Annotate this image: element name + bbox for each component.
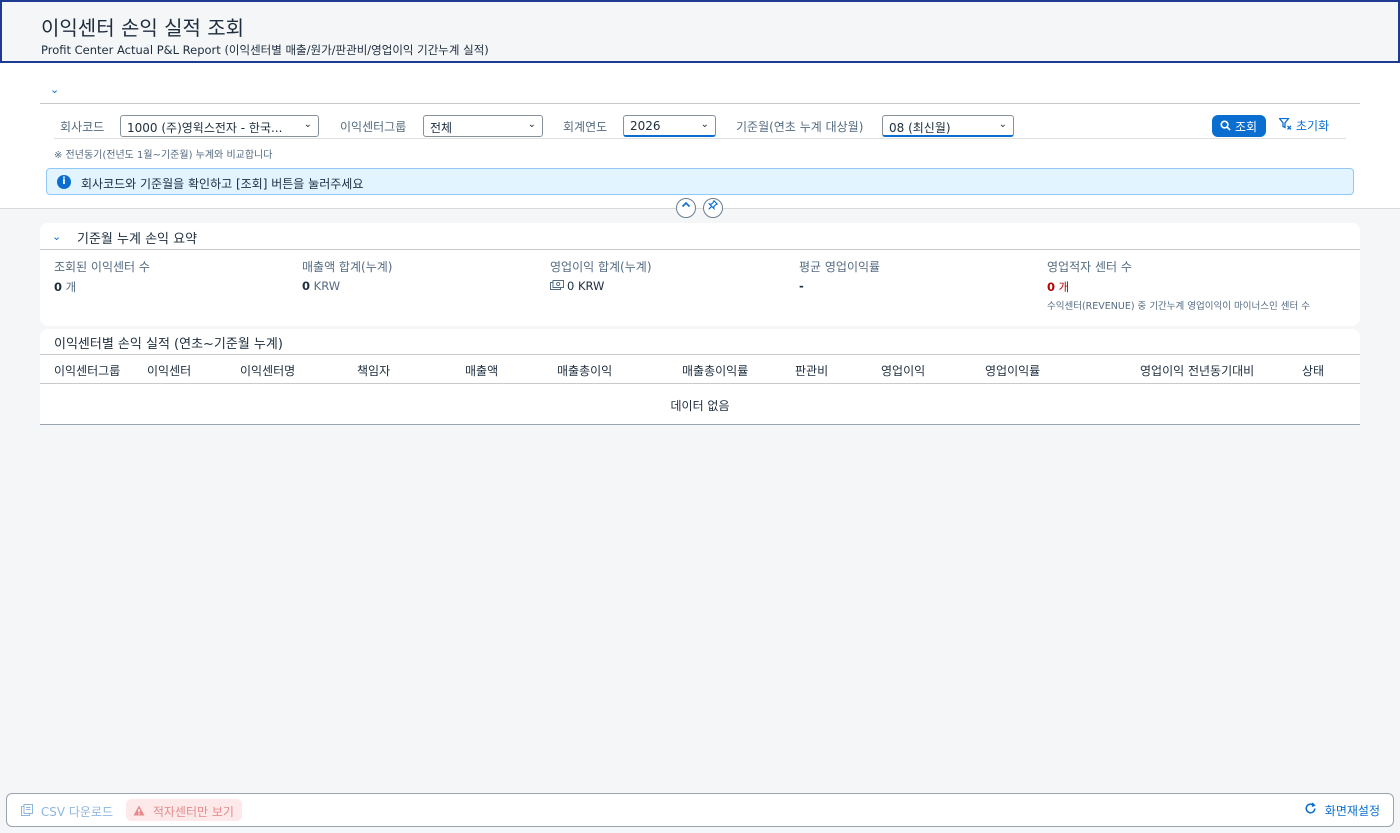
search-icon: [1220, 120, 1231, 134]
loss-centers-only-label: 적자센터만 보기: [152, 805, 234, 819]
export-file-icon: [21, 804, 37, 819]
kpi-value: 0 개: [1047, 280, 1070, 294]
column-header[interactable]: 영업이익 전년동기대비: [1140, 362, 1254, 379]
chevron-down-icon: ⌄: [998, 119, 1007, 130]
profit-center-group-label: 이익센터그룹: [340, 120, 407, 134]
column-header[interactable]: 매출액: [465, 362, 498, 379]
chevron-down-icon: ⌄: [527, 119, 536, 130]
search-button[interactable]: 조회: [1212, 115, 1266, 137]
base-month-value: 08 (최신월): [889, 121, 951, 135]
base-month-label: 기준월(연초 누계 대상월): [736, 120, 864, 134]
reset-filters-label: 초기화: [1296, 119, 1330, 133]
pin-icon: [707, 199, 719, 213]
kpi-value: -: [799, 279, 804, 293]
filter-bar-collapse-chevron-icon[interactable]: ⌄: [50, 83, 64, 97]
table-title: 이익센터별 손익 실적 (연초~기준월 누계): [54, 337, 283, 352]
chevron-down-icon: ⌄: [700, 119, 709, 130]
footer-toolbar: CSV 다운로드 적자센터만 보기 화면재설정: [6, 793, 1394, 827]
csv-download-button[interactable]: CSV 다운로드: [21, 803, 113, 820]
kpi-label: 조회된 이익센터 수: [54, 260, 150, 274]
collapse-header-button[interactable]: [676, 198, 696, 218]
search-button-label: 조회: [1235, 120, 1258, 134]
company-code-value: 1000 (주)영윅스전자 - 한국...: [127, 121, 283, 135]
pl-table: 이익센터별 손익 실적 (연초~기준월 누계) 이익센터그룹 이익센터 이익센터…: [40, 329, 1360, 425]
kpi-profit-center-count: 조회된 이익센터 수 0 개: [54, 258, 150, 295]
chevron-up-icon: [681, 201, 691, 213]
reset-screen-label: 화면재설정: [1324, 804, 1380, 818]
kpi-value: 0 개: [54, 280, 77, 294]
column-header[interactable]: 영업이익률: [985, 362, 1040, 379]
base-month-select[interactable]: 08 (최신월) ⌄: [882, 115, 1014, 137]
column-header[interactable]: 판관비: [795, 362, 828, 379]
reset-screen-button[interactable]: 화면재설정: [1304, 802, 1380, 819]
divider: [40, 249, 1360, 250]
page-title: 이익센터 손익 실적 조회: [41, 16, 245, 40]
divider: [40, 103, 1360, 104]
filter-bar: ⌄ 회사코드 1000 (주)영윅스전자 - 한국... ⌄ 이익센터그룹 전체…: [0, 63, 1400, 209]
kpi-loss-center-count: 영업적자 센터 수 0 개 수익센터(REVENUE) 중 기간누계 영업이익이…: [1047, 258, 1310, 312]
summary-title: 기준월 누계 손익 요약: [77, 232, 198, 247]
loss-centers-only-button[interactable]: 적자센터만 보기: [126, 799, 242, 821]
summary-collapse-chevron-icon[interactable]: ⌄: [52, 230, 61, 243]
page-header: 이익센터 손익 실적 조회 Profit Center Actual P&L R…: [0, 0, 1400, 63]
kpi-average-operating-margin: 평균 영업이익률 -: [799, 258, 880, 293]
profit-center-group-value: 전체: [430, 121, 453, 135]
kpi-revenue-total: 매출액 합계(누계) 0 KRW: [302, 258, 392, 293]
company-code-select[interactable]: 1000 (주)영윅스전자 - 한국... ⌄: [120, 115, 319, 137]
column-header[interactable]: 이익센터명: [240, 362, 295, 379]
money-icon: [550, 280, 564, 293]
csv-download-label: CSV 다운로드: [40, 805, 114, 819]
column-header[interactable]: 상태: [1302, 362, 1324, 379]
reset-filters-button[interactable]: 초기화: [1278, 117, 1330, 134]
divider: [54, 138, 1346, 139]
kpi-label: 영업이익 합계(누계): [550, 260, 652, 274]
column-header[interactable]: 이익센터그룹: [54, 362, 120, 379]
kpi-operating-profit-total: 영업이익 합계(누계) 0 KRW: [550, 258, 652, 293]
kpi-value: 0 KRW: [550, 279, 652, 293]
table-header-row: 이익센터그룹 이익센터 이익센터명 책임자 매출액 매출총이익 매출총이익률 판…: [40, 354, 1360, 384]
no-data-text: 데이터 없음: [670, 399, 730, 413]
column-header[interactable]: 매출총이익률: [682, 362, 748, 379]
profit-center-group-select[interactable]: 전체 ⌄: [423, 115, 543, 137]
column-header[interactable]: 책임자: [357, 362, 390, 379]
refresh-icon: [1304, 802, 1321, 819]
fiscal-year-value: 2026: [630, 119, 661, 133]
company-code-label: 회사코드: [60, 120, 105, 134]
info-message-strip: i 회사코드와 기준월을 확인하고 [조회] 버튼을 눌러주세요: [46, 168, 1354, 195]
filter-note: ※ 전년동기(전년도 1월~기준월) 누계와 비교합니다: [54, 150, 273, 161]
column-header[interactable]: 이익센터: [147, 362, 191, 379]
pin-header-button[interactable]: [703, 198, 723, 218]
warning-icon: [133, 805, 149, 819]
fiscal-year-select[interactable]: 2026 ⌄: [623, 115, 716, 137]
info-icon: i: [57, 175, 71, 189]
chevron-down-icon: ⌄: [303, 119, 312, 130]
kpi-hint: 수익센터(REVENUE) 중 기간누계 영업이익이 마이너스인 센터 수: [1047, 301, 1310, 312]
column-header[interactable]: 매출총이익: [557, 362, 612, 379]
kpi-label: 매출액 합계(누계): [302, 260, 393, 274]
page-subtitle: Profit Center Actual P&L Report (이익센터별 매…: [41, 43, 489, 57]
kpi-label: 영업적자 센터 수: [1047, 260, 1132, 274]
column-header[interactable]: 영업이익: [881, 362, 925, 379]
kpi-label: 평균 영업이익률: [799, 260, 881, 274]
fiscal-year-label: 회계연도: [563, 120, 608, 134]
filter-clear-icon: [1278, 117, 1292, 133]
info-message-text: 회사코드와 기준월을 확인하고 [조회] 버튼을 눌러주세요: [81, 177, 364, 191]
kpi-value: 0 KRW: [302, 279, 341, 293]
summary-panel: ⌄ 기준월 누계 손익 요약 조회된 이익센터 수 0 개 매출액 합계(누계)…: [40, 223, 1360, 326]
